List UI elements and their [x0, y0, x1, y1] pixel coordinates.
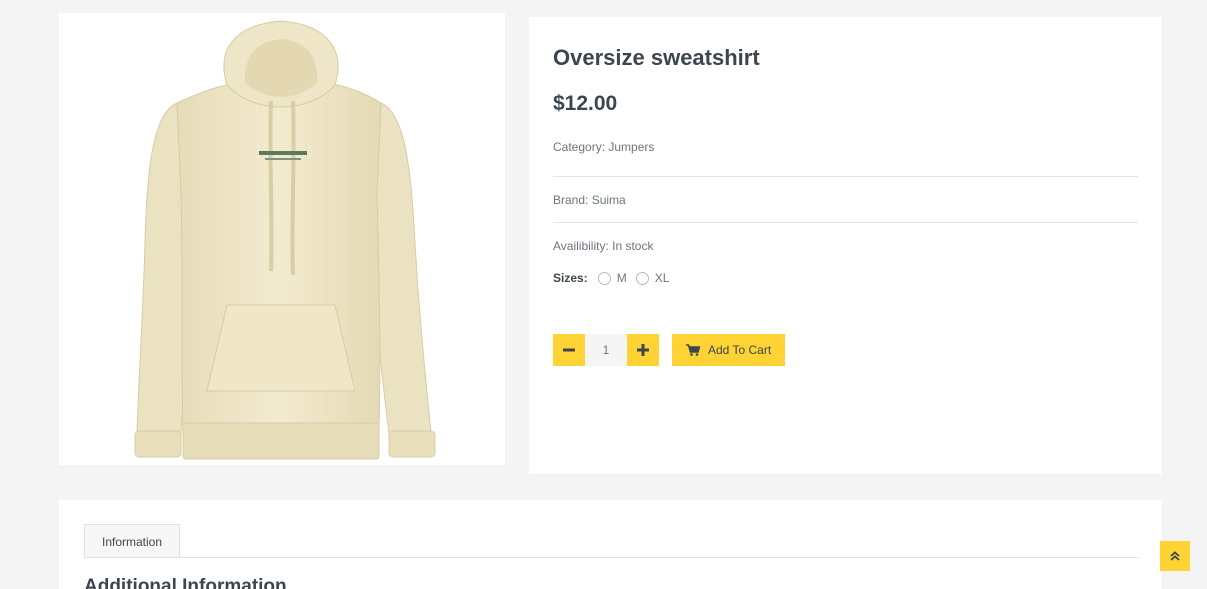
size-selector: Sizes: M XL [553, 271, 678, 285]
add-to-cart-button[interactable]: Add To Cart [672, 334, 786, 366]
product-image [134, 20, 436, 460]
product-details-card: Oversize sweatshirt $12.00 Category: Jum… [529, 17, 1162, 474]
product-image-card [59, 13, 505, 465]
plus-icon [637, 344, 649, 356]
divider [553, 222, 1138, 223]
additional-information-heading: Additional Information [84, 576, 287, 589]
tab-information[interactable]: Information [84, 524, 180, 558]
product-info-section: Information Additional Information [59, 500, 1162, 589]
product-category: Category: Jumpers [553, 140, 655, 154]
product-title: Oversize sweatshirt [553, 45, 760, 70]
size-label-m: M [616, 271, 627, 285]
tab-divider [84, 557, 1138, 558]
size-radio-xl[interactable] [635, 271, 649, 285]
sizes-label: Sizes: [553, 271, 588, 285]
product-brand: Brand: Suima [553, 193, 626, 207]
shopping-cart-icon [686, 344, 700, 356]
size-option-xl[interactable]: XL [635, 271, 670, 285]
add-to-cart-label: Add To Cart [708, 343, 772, 357]
size-radio-m[interactable] [597, 271, 611, 285]
product-price: $12.00 [553, 92, 618, 115]
size-option-m[interactable]: M [597, 271, 627, 285]
size-label-xl: XL [654, 271, 670, 285]
quantity-input[interactable]: 1 [585, 334, 627, 366]
back-to-top-button[interactable] [1160, 541, 1190, 571]
divider [553, 176, 1138, 177]
double-chevron-up-icon [1170, 551, 1180, 561]
minus-icon [563, 348, 575, 352]
increase-quantity-button[interactable] [627, 334, 659, 366]
decrease-quantity-button[interactable] [553, 334, 585, 366]
quantity-stepper: 1 Add To Cart [553, 334, 786, 366]
product-availability: Availibility: In stock [553, 239, 654, 253]
